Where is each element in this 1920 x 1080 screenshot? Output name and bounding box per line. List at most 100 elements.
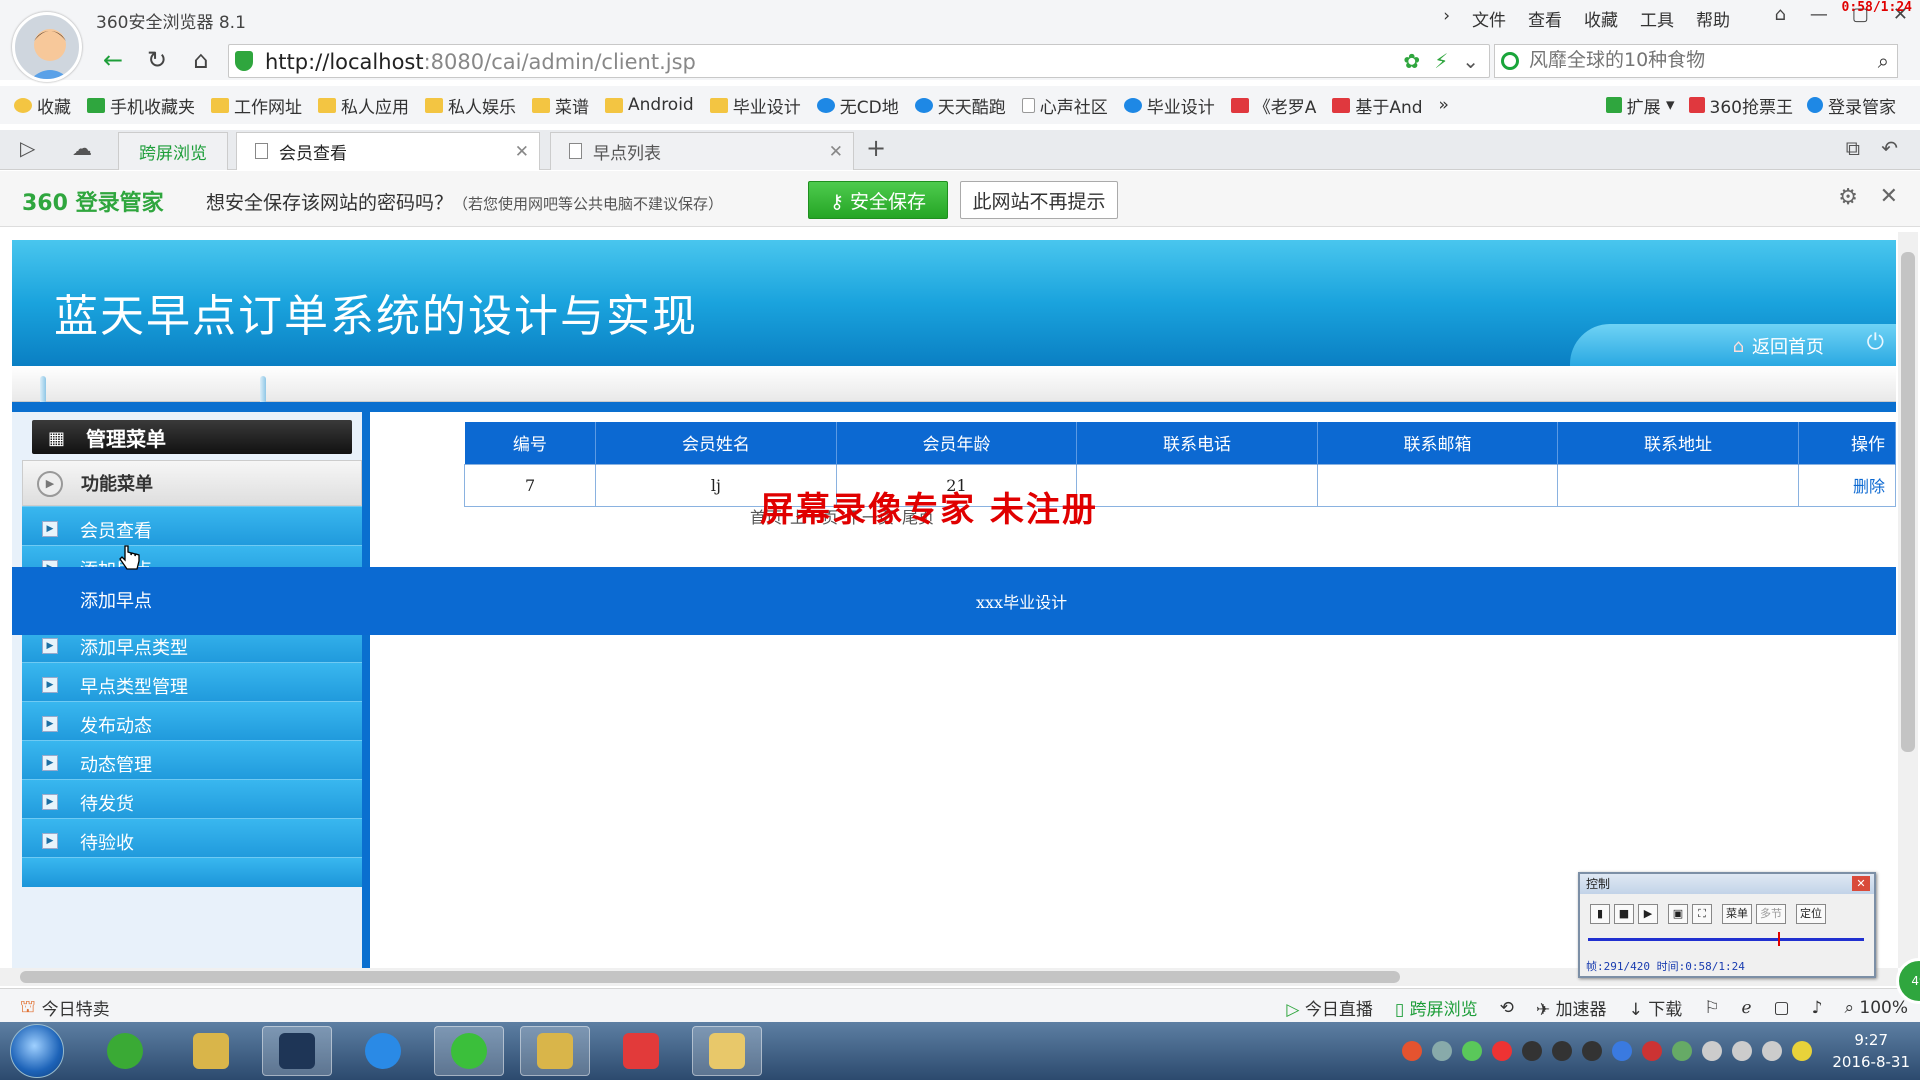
recorder-timeline[interactable] bbox=[1588, 938, 1864, 941]
app-tray-icon[interactable] bbox=[1492, 1041, 1513, 1061]
bookmark-item[interactable]: 菜谱 bbox=[532, 93, 589, 118]
plus-icon[interactable] bbox=[1792, 1041, 1813, 1061]
stop-icon[interactable]: ■ bbox=[1614, 904, 1634, 924]
shield-icon[interactable] bbox=[1612, 1041, 1633, 1061]
menu-more-icon[interactable]: › bbox=[1443, 6, 1450, 31]
start-button-icon[interactable] bbox=[10, 1024, 64, 1078]
delete-link[interactable]: 删除 bbox=[1797, 463, 1896, 507]
tab-close-icon[interactable]: ✕ bbox=[829, 142, 843, 162]
user-icon[interactable] bbox=[1432, 1041, 1453, 1061]
return-home-link[interactable]: ⌂ 返回首页 bbox=[1733, 333, 1824, 359]
taskbar-app[interactable] bbox=[348, 1026, 418, 1076]
search-icon[interactable]: ⌕ bbox=[1878, 49, 1889, 73]
chevron-down-icon[interactable]: ⌄ bbox=[1462, 49, 1479, 73]
flag-icon[interactable]: ⚐ bbox=[1704, 998, 1719, 1018]
bookmark-item[interactable]: 私人娱乐 bbox=[425, 93, 516, 118]
recorder-menu-button[interactable]: 菜单 bbox=[1722, 904, 1752, 924]
bookmark-item[interactable]: 《老罗A bbox=[1230, 93, 1316, 118]
input-method-icon[interactable] bbox=[1402, 1041, 1423, 1061]
url-text[interactable]: http://localhost:8080/cai/admin/client.j… bbox=[265, 50, 696, 74]
device-icon[interactable] bbox=[1702, 1041, 1723, 1061]
search-engine-icon[interactable] bbox=[1501, 52, 1519, 70]
recorder-playhead[interactable] bbox=[1778, 932, 1781, 946]
recorder-locate-button[interactable]: 定位 bbox=[1796, 904, 1826, 924]
tab-breakfast-list[interactable]: 早点列表 ✕ bbox=[550, 132, 854, 170]
bookmark-item[interactable]: Android bbox=[605, 95, 694, 115]
bookmark-item[interactable]: 收藏 bbox=[14, 93, 71, 118]
status-zoom[interactable]: ⌕ 100% bbox=[1844, 998, 1908, 1018]
bookmark-item[interactable]: 无CD地 bbox=[816, 93, 899, 118]
bookmark-extension[interactable]: 扩展 ▾ bbox=[1605, 93, 1675, 118]
lightning-icon[interactable]: ⚡ bbox=[1434, 49, 1448, 73]
skin-icon[interactable]: ⌂ bbox=[1774, 4, 1785, 25]
pause-icon[interactable]: ▮ bbox=[1590, 904, 1610, 924]
sidebar-toggle-icon[interactable]: ▷ bbox=[20, 136, 35, 160]
status-daily-deals[interactable]: ⛫ 今日特卖 bbox=[20, 995, 110, 1021]
bookmark-ticket[interactable]: 360抢票王 bbox=[1688, 93, 1793, 118]
address-bar[interactable]: http://localhost:8080/cai/admin/client.j… bbox=[228, 44, 1490, 78]
bookmark-item[interactable]: 毕业设计 bbox=[709, 93, 801, 118]
taskbar-app[interactable] bbox=[262, 1026, 332, 1076]
fullscreen-icon[interactable]: ⛶ bbox=[1692, 904, 1712, 924]
window-icon[interactable]: ▣ bbox=[1668, 904, 1688, 924]
qq-icon[interactable] bbox=[1522, 1041, 1543, 1061]
status-download[interactable]: ↓ 下载 bbox=[1629, 995, 1683, 1020]
status-split-browse[interactable]: ▯ 跨屏浏览 bbox=[1395, 995, 1478, 1020]
menu-file[interactable]: 文件 bbox=[1472, 6, 1506, 31]
tab-close-icon[interactable]: ✕ bbox=[515, 142, 529, 162]
search-box[interactable]: ⌕ bbox=[1494, 44, 1898, 78]
avatar[interactable] bbox=[12, 12, 82, 82]
tab-split-browse[interactable]: 跨屏浏览 bbox=[118, 132, 228, 170]
vertical-scroll-thumb[interactable] bbox=[1901, 252, 1915, 752]
taskbar-app[interactable] bbox=[434, 1026, 504, 1076]
minimize-icon[interactable]: — bbox=[1810, 4, 1828, 25]
bookmark-item[interactable]: 心声社区 bbox=[1021, 93, 1108, 118]
qq-icon[interactable] bbox=[1552, 1041, 1573, 1061]
search-input[interactable] bbox=[1529, 49, 1849, 71]
gear-icon[interactable]: ⚙ bbox=[1838, 185, 1858, 210]
taskbar-app[interactable] bbox=[176, 1026, 246, 1076]
bookmark-item[interactable]: 私人应用 bbox=[318, 93, 409, 118]
refresh-icon[interactable]: ↻ bbox=[142, 46, 172, 74]
sidebar-item-add-breakfast-overlay[interactable]: 添加早点 bbox=[80, 587, 152, 613]
bookmark-item[interactable]: 天天酷跑 bbox=[914, 93, 1006, 118]
volume-icon[interactable] bbox=[1762, 1041, 1783, 1061]
clock[interactable]: 9:27 2016-8-31 bbox=[1832, 1029, 1910, 1073]
home-icon[interactable]: ⌂ bbox=[186, 46, 216, 74]
bookmark-item[interactable]: 手机收藏夹 bbox=[87, 93, 195, 118]
vertical-scrollbar[interactable] bbox=[1898, 232, 1918, 968]
menu-favorites[interactable]: 收藏 bbox=[1584, 6, 1618, 31]
horizontal-scroll-thumb[interactable] bbox=[20, 971, 1400, 983]
taskbar-app[interactable] bbox=[692, 1026, 762, 1076]
close-icon[interactable]: ✕ bbox=[1852, 876, 1870, 891]
play-icon[interactable]: ▶ bbox=[1638, 904, 1658, 924]
menu-tools[interactable]: 工具 bbox=[1640, 6, 1674, 31]
status-live[interactable]: ▷ 今日直播 bbox=[1286, 995, 1372, 1020]
undo-close-icon[interactable]: ↶ bbox=[1881, 136, 1898, 160]
menu-view[interactable]: 查看 bbox=[1528, 6, 1562, 31]
more-bookmarks-icon[interactable]: » bbox=[1439, 95, 1449, 115]
back-icon[interactable]: ← bbox=[98, 46, 128, 74]
never-for-site-button[interactable]: 此网站不再提示 bbox=[960, 181, 1118, 219]
bookmark-item[interactable]: 基于And bbox=[1332, 93, 1423, 118]
guard-icon[interactable] bbox=[1672, 1041, 1693, 1061]
qq-icon[interactable] bbox=[1582, 1041, 1603, 1061]
bookmark-login-manager[interactable]: 登录管家 bbox=[1807, 93, 1896, 118]
taskbar-app[interactable] bbox=[90, 1026, 160, 1076]
bookmark-item[interactable]: 毕业设计 bbox=[1123, 93, 1215, 118]
save-password-button[interactable]: ⚷ 安全保存 bbox=[808, 181, 948, 219]
taskbar-app[interactable] bbox=[520, 1026, 590, 1076]
status-accelerator[interactable]: ✈ 加速器 bbox=[1536, 995, 1607, 1020]
logout-power-icon[interactable]: ⏻ bbox=[1867, 330, 1884, 355]
recorder-multi-button[interactable]: 多节 bbox=[1756, 904, 1786, 924]
wechat-icon[interactable] bbox=[1462, 1041, 1483, 1061]
bookmark-item[interactable]: 工作网址 bbox=[211, 93, 302, 118]
security-icon[interactable] bbox=[1642, 1041, 1663, 1061]
restore-tabs-icon[interactable]: ⧉ bbox=[1846, 136, 1860, 160]
menu-help[interactable]: 帮助 bbox=[1696, 6, 1730, 31]
ie-mode-icon[interactable]: ℯ bbox=[1741, 998, 1751, 1018]
close-icon[interactable]: ✕ bbox=[1880, 184, 1898, 209]
volume-icon[interactable]: ♪ bbox=[1812, 998, 1823, 1018]
tab-member-view[interactable]: 会员查看 ✕ bbox=[236, 132, 540, 170]
taskbar-app[interactable] bbox=[606, 1026, 676, 1076]
